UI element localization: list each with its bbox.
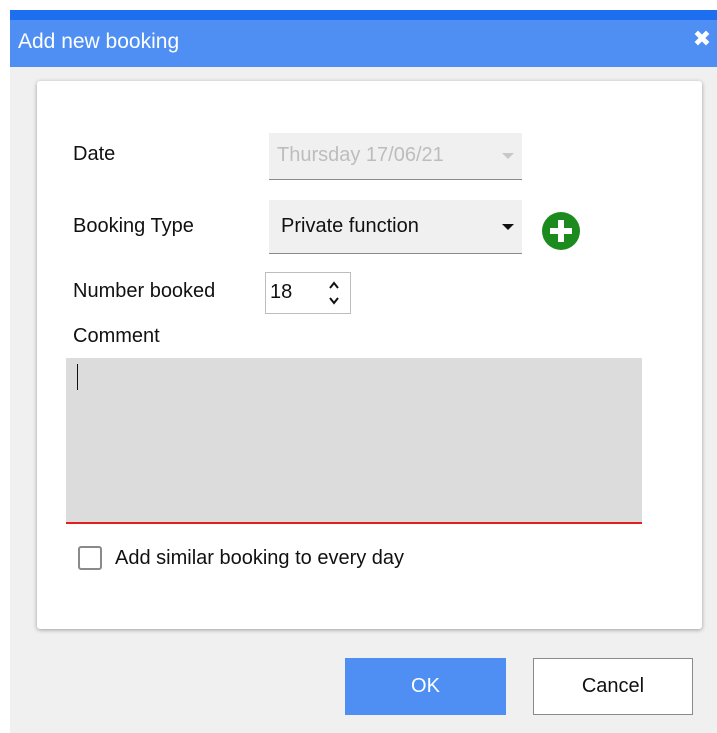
title-bar: Add new booking ✖ [10,10,717,67]
text-cursor [77,364,78,390]
number-booked-stepper[interactable]: 18 [265,272,351,314]
add-booking-dialog: Add new booking ✖ Date Thursday 17/06/21… [10,10,717,733]
booking-type-label: Booking Type [73,215,194,237]
plus-circle-icon[interactable] [542,212,580,250]
comment-textarea[interactable] [66,358,642,524]
dialog-title: Add new booking [18,30,180,53]
date-value: Thursday 17/06/21 [277,144,444,166]
number-booked-value[interactable]: 18 [270,281,292,304]
date-label: Date [73,143,116,165]
booking-form-card: Date Thursday 17/06/21 Booking Type Priv… [37,81,702,629]
chevron-down-icon[interactable] [326,294,342,308]
chevron-down-icon [502,224,514,230]
date-dropdown: Thursday 17/06/21 [269,133,522,180]
ok-button[interactable]: OK [345,658,506,715]
booking-type-dropdown[interactable]: Private function [269,200,522,254]
chevron-down-icon [502,153,514,159]
booking-type-value: Private function [281,215,419,237]
comment-label: Comment [73,325,160,347]
close-icon[interactable]: ✖ [691,29,713,51]
add-similar-checkbox[interactable] [78,546,102,570]
number-booked-label: Number booked [73,280,216,302]
chevron-up-icon[interactable] [326,278,342,292]
add-similar-label[interactable]: Add similar booking to every day [115,547,404,570]
cancel-button[interactable]: Cancel [533,658,693,715]
